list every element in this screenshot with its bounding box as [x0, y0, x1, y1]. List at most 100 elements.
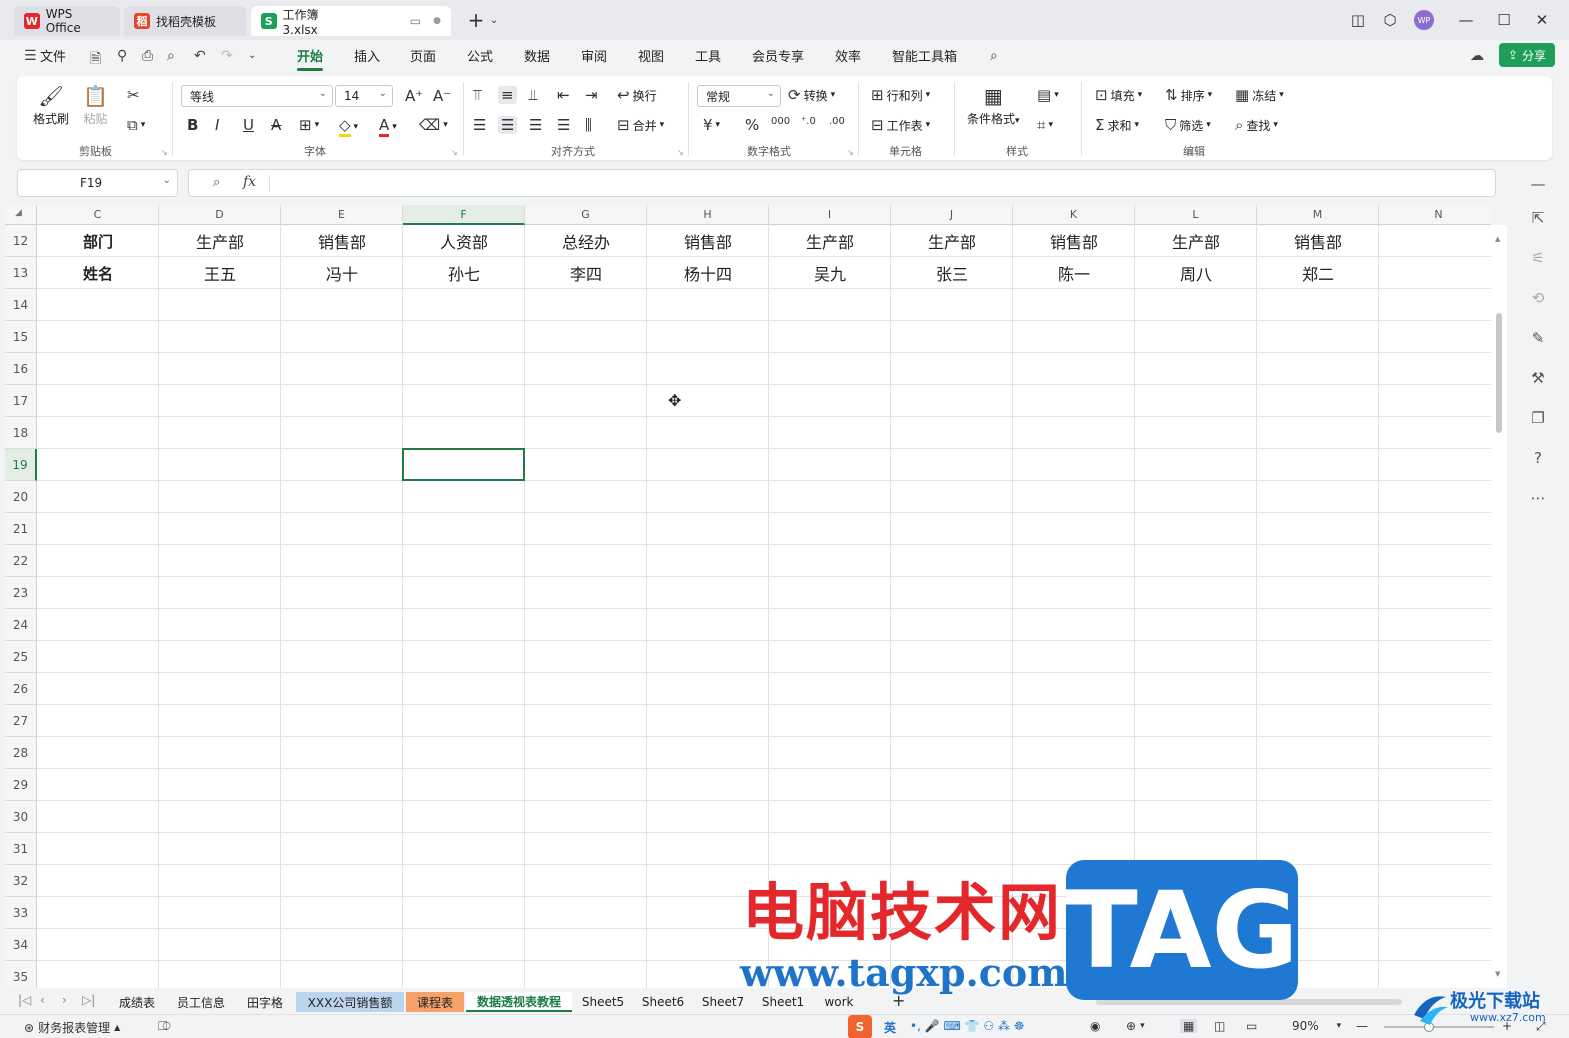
cell-c13[interactable]: 姓名: [37, 257, 159, 289]
cell-f12[interactable]: 人资部: [403, 225, 525, 257]
align-middle-button[interactable]: ≡: [498, 86, 517, 104]
increase-indent-button[interactable]: ⇥: [585, 86, 598, 104]
cell-h12[interactable]: 销售部: [647, 225, 769, 257]
page-layout-icon[interactable]: ◫: [1214, 1019, 1225, 1033]
sheet-tab[interactable]: work: [814, 992, 864, 1012]
rows-cols-button[interactable]: ⊞ 行和列 ▾: [871, 86, 930, 104]
cell-i13[interactable]: 吴九: [769, 257, 891, 289]
cell-e12[interactable]: 销售部: [281, 225, 403, 257]
align-center-button[interactable]: ☰: [498, 116, 518, 134]
undo-icon[interactable]: ↶: [194, 48, 206, 64]
cell-i12[interactable]: 生产部: [769, 225, 891, 257]
table-style-button[interactable]: ⌗ ▾: [1037, 116, 1053, 134]
print-preview-icon[interactable]: ⌕: [167, 48, 175, 64]
tab-workbook[interactable]: S 工作簿3.xlsx ▭ ●: [251, 6, 451, 37]
column-header-d[interactable]: D: [159, 205, 281, 225]
search-icon[interactable]: ⌕: [990, 48, 998, 64]
menu-data[interactable]: 数据: [524, 46, 550, 65]
column-header-f[interactable]: F: [403, 205, 525, 225]
menu-formula[interactable]: 公式: [467, 46, 493, 65]
distribute-button[interactable]: ⫼: [585, 116, 592, 134]
chevron-down-icon[interactable]: ⌄: [480, 8, 508, 32]
border-button[interactable]: ⊞ ▾: [299, 116, 319, 134]
menu-file[interactable]: 文件: [40, 46, 66, 65]
number-format-select[interactable]: 常规 ⌄: [697, 85, 781, 107]
increase-decimal-button[interactable]: ⁺.0: [801, 116, 816, 127]
cell-j12[interactable]: 生产部: [891, 225, 1013, 257]
sheet-tab[interactable]: 成绩表: [108, 992, 166, 1012]
find-button[interactable]: ⌕ 查找 ▾: [1235, 116, 1278, 134]
eye-protection-icon[interactable]: ◉: [1090, 1019, 1100, 1033]
sheet-tab[interactable]: 田字格: [236, 992, 294, 1012]
sheet-tab[interactable]: 数据透视表教程: [466, 992, 572, 1012]
prev-sheet-icon[interactable]: ‹: [40, 993, 45, 1007]
menu-tools[interactable]: 工具: [695, 46, 721, 65]
convert-button[interactable]: ⟳ 转换 ▾: [788, 86, 835, 104]
wrap-text-button[interactable]: ↩ 换行: [617, 86, 657, 104]
cube-icon[interactable]: ⬡: [1376, 8, 1404, 32]
justify-button[interactable]: ☰: [557, 116, 570, 134]
sogou-ime-icon[interactable]: S: [848, 1015, 872, 1038]
row-header-12[interactable]: 12: [5, 225, 37, 257]
increase-font-button[interactable]: A⁺: [405, 87, 423, 105]
select-all-corner[interactable]: ◢: [5, 205, 37, 225]
bold-button[interactable]: B: [187, 116, 198, 134]
scroll-up-icon[interactable]: ▲: [1495, 235, 1500, 243]
row-header-14[interactable]: 14: [5, 289, 37, 321]
column-header-e[interactable]: E: [281, 205, 403, 225]
monitor-icon[interactable]: ▭: [410, 14, 421, 28]
cell-g12[interactable]: 总经办: [525, 225, 647, 257]
zoom-select[interactable]: 90% ▾: [1292, 1019, 1341, 1033]
book-icon[interactable]: ❐: [1528, 408, 1548, 428]
column-header-n[interactable]: N: [1379, 205, 1491, 225]
font-size-select[interactable]: 14 ⌄: [335, 85, 393, 107]
row-header-22[interactable]: 22: [5, 545, 37, 577]
cell-c12[interactable]: 部门: [37, 225, 159, 257]
fill-button[interactable]: ⊡ 填充 ▾: [1095, 86, 1142, 104]
sheet-tab[interactable]: 员工信息: [168, 992, 234, 1012]
row-header-35[interactable]: 35: [5, 961, 37, 988]
print-icon[interactable]: ⎙: [142, 48, 153, 64]
row-header-31[interactable]: 31: [5, 833, 37, 865]
freeze-button[interactable]: ▦ 冻结 ▾: [1235, 86, 1284, 104]
row-header-34[interactable]: 34: [5, 929, 37, 961]
fx-button[interactable]: fx: [243, 174, 256, 190]
cell-m12[interactable]: 销售部: [1257, 225, 1379, 257]
ime-mode[interactable]: 英: [884, 1019, 896, 1036]
row-header-30[interactable]: 30: [5, 801, 37, 833]
record-macro-icon[interactable]: ⎄: [158, 1019, 171, 1034]
active-cell-selection[interactable]: [402, 448, 525, 481]
row-header-16[interactable]: 16: [5, 353, 37, 385]
clear-button[interactable]: ⌫ ▾: [419, 116, 448, 134]
row-header-17[interactable]: 17: [5, 385, 37, 417]
share-button[interactable]: ⇪ 分享: [1499, 43, 1555, 67]
row-header-20[interactable]: 20: [5, 481, 37, 513]
more-icon[interactable]: ⋯: [1528, 488, 1548, 508]
row-header-33[interactable]: 33: [5, 897, 37, 929]
column-header-m[interactable]: M: [1257, 205, 1379, 225]
cell-f13[interactable]: 孙七: [403, 257, 525, 289]
menu-efficiency[interactable]: 效率: [835, 46, 861, 65]
row-header-28[interactable]: 28: [5, 737, 37, 769]
menu-view[interactable]: 视图: [638, 46, 664, 65]
collapse-icon[interactable]: —: [1528, 174, 1548, 194]
chevron-down-icon[interactable]: ⌄: [248, 50, 256, 61]
sheet-tab[interactable]: Sheet1: [754, 992, 812, 1012]
paste-button[interactable]: 📋 粘贴: [83, 84, 108, 127]
fill-color-button[interactable]: ◇ ▾: [339, 116, 358, 137]
row-header-29[interactable]: 29: [5, 769, 37, 801]
zoom-search-icon[interactable]: ⌕: [213, 175, 220, 190]
last-sheet-icon[interactable]: ▷|: [82, 993, 95, 1007]
strikethrough-button[interactable]: A: [271, 116, 281, 134]
cell-d12[interactable]: 生产部: [159, 225, 281, 257]
select-cursor-icon[interactable]: ⇱: [1528, 208, 1548, 228]
page-break-icon[interactable]: ▭: [1246, 1019, 1257, 1033]
row-header-21[interactable]: 21: [5, 513, 37, 545]
avatar[interactable]: WP: [1410, 8, 1438, 32]
row-header-19[interactable]: 19: [5, 449, 37, 481]
column-header-k[interactable]: K: [1013, 205, 1135, 225]
sheet-tab[interactable]: 课程表: [406, 992, 464, 1012]
chevron-down-icon[interactable]: ⌄: [163, 175, 171, 186]
close-icon[interactable]: ✕: [1528, 8, 1556, 32]
transform-icon[interactable]: ⟲: [1528, 288, 1548, 308]
